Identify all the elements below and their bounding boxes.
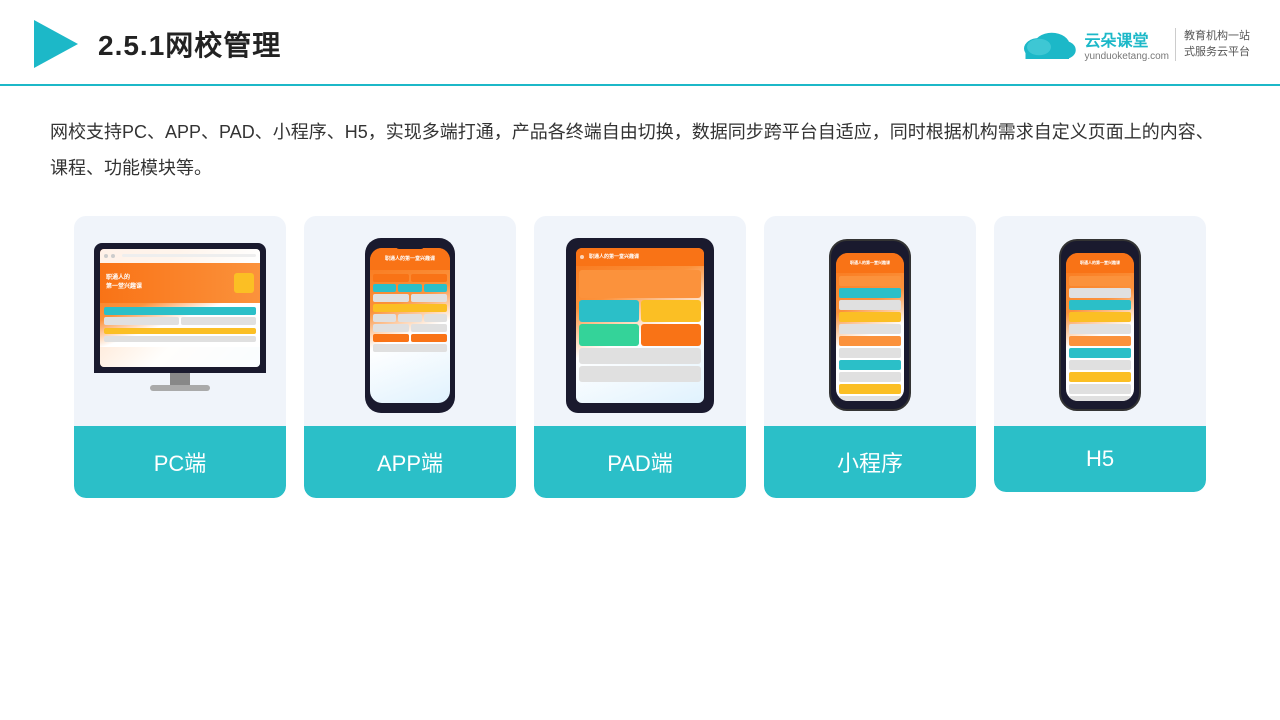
- card-mini-label: 小程序: [764, 426, 976, 498]
- card-pad-label: PAD端: [534, 426, 746, 498]
- phone-app-icon: 职通人的第一堂兴趣课: [365, 238, 455, 413]
- cards-row: 职通人的第一堂兴趣课: [50, 216, 1230, 498]
- page-header: 2.5.1网校管理 云朵课堂 yunduoketang.com 教育机构一站 式…: [0, 0, 1280, 86]
- card-h5-label: H5: [994, 426, 1206, 492]
- description-text: 网校支持PC、APP、PAD、小程序、H5，实现多端打通，产品各终端自由切换，数…: [50, 114, 1230, 186]
- logo-area: 云朵课堂 yunduoketang.com 教育机构一站 式服务云平台: [1018, 26, 1250, 62]
- card-mini-image: 职通人的第一堂兴趣课: [764, 216, 976, 426]
- card-mini: 职通人的第一堂兴趣课: [764, 216, 976, 498]
- logo-url: yunduoketang.com: [1084, 51, 1169, 62]
- play-icon: [30, 18, 82, 70]
- h5-phone-icon: 职通人的第一堂兴趣课: [1059, 239, 1141, 411]
- card-pad: 职通人的第一堂兴趣课 PAD端: [534, 216, 746, 498]
- logo-tagline: 教育机构一站 式服务云平台: [1175, 28, 1250, 61]
- card-app: 职通人的第一堂兴趣课: [304, 216, 516, 498]
- card-h5: 职通人的第一堂兴趣课: [994, 216, 1206, 492]
- pc-monitor-icon: 职通人的第一堂兴趣课: [90, 243, 270, 408]
- card-pc-label: PC端: [74, 426, 286, 498]
- main-content: 网校支持PC、APP、PAD、小程序、H5，实现多端打通，产品各终端自由切换，数…: [0, 86, 1280, 518]
- logo-text: 云朵课堂 yunduoketang.com: [1084, 27, 1169, 62]
- logo-brand: 云朵课堂: [1084, 27, 1169, 51]
- page-title: 2.5.1网校管理: [98, 24, 281, 64]
- tablet-icon: 职通人的第一堂兴趣课: [566, 238, 714, 413]
- cloud-logo-icon: [1018, 26, 1078, 62]
- card-pad-image: 职通人的第一堂兴趣课: [534, 216, 746, 426]
- card-app-label: APP端: [304, 426, 516, 498]
- card-h5-image: 职通人的第一堂兴趣课: [994, 216, 1206, 426]
- card-app-image: 职通人的第一堂兴趣课: [304, 216, 516, 426]
- card-pc-image: 职通人的第一堂兴趣课: [74, 216, 286, 426]
- mini-phone-icon: 职通人的第一堂兴趣课: [829, 239, 911, 411]
- header-left: 2.5.1网校管理: [30, 18, 281, 70]
- card-pc: 职通人的第一堂兴趣课: [74, 216, 286, 498]
